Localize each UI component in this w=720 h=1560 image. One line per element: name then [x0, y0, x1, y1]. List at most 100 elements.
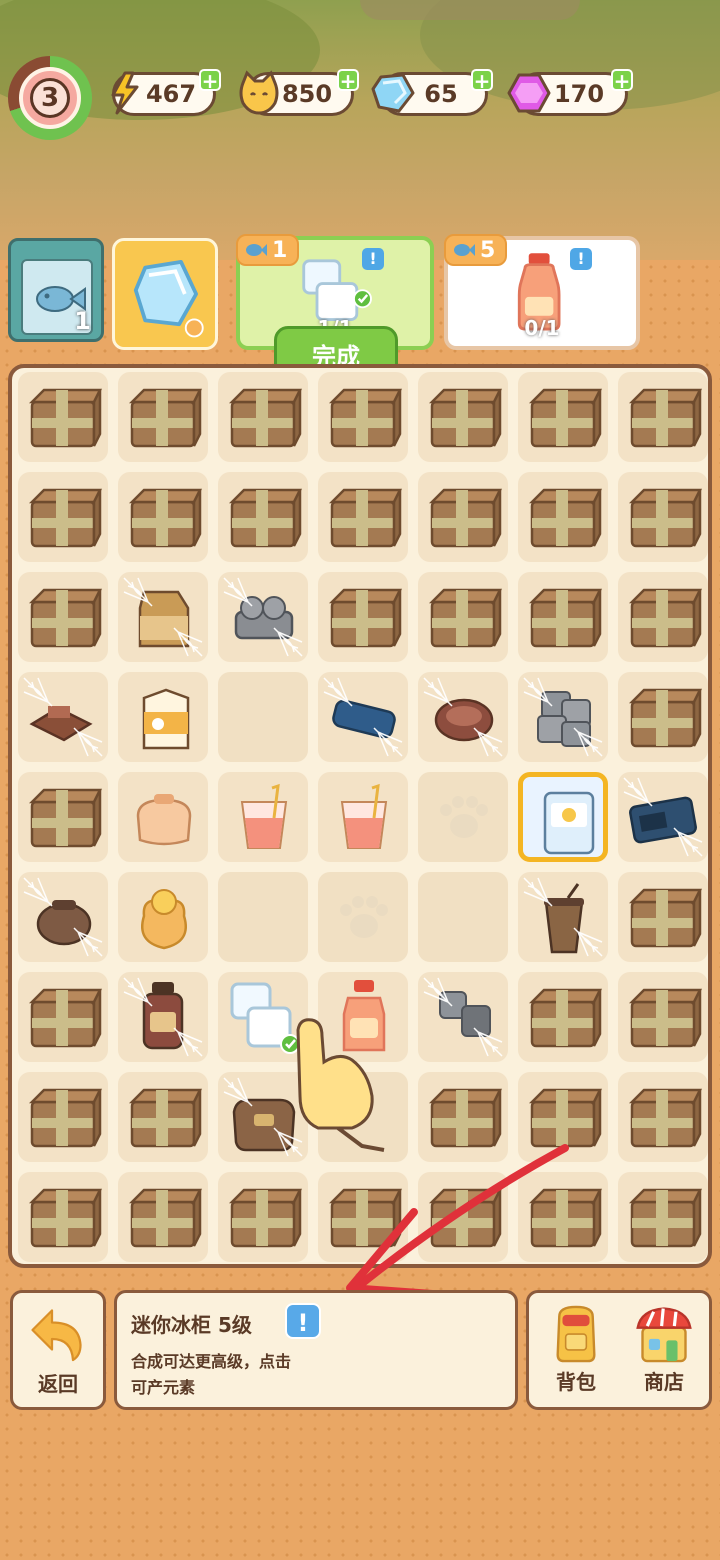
board-cell-box[interactable] [518, 572, 608, 662]
board-cell-box[interactable] [418, 572, 508, 662]
board-cell-empty[interactable] [418, 872, 508, 962]
cat-coin-counter[interactable]: 850 + [239, 69, 359, 116]
board-cell-box[interactable] [418, 472, 508, 562]
board-cell-phone[interactable] [618, 772, 708, 862]
board-cell-box[interactable] [18, 972, 108, 1062]
board-cell-empty[interactable] [218, 672, 308, 762]
ice-white-icon [230, 982, 300, 1054]
box-icon [428, 488, 503, 548]
box-icon [628, 988, 703, 1048]
shop-button[interactable]: 商店 [621, 1297, 707, 1405]
box-icon [28, 488, 103, 548]
board-cell-box[interactable] [18, 372, 108, 462]
board-cell-box[interactable] [618, 572, 708, 662]
board-cell-box[interactable] [418, 372, 508, 462]
board-cell-box[interactable] [518, 1172, 608, 1262]
milk-box-icon [142, 688, 190, 750]
bag-button[interactable]: 背包 [533, 1297, 619, 1405]
board-cell-box[interactable] [618, 972, 708, 1062]
box-icon [128, 488, 203, 548]
box-icon [528, 1188, 603, 1248]
board-cell-stones[interactable] [218, 572, 308, 662]
board-cell-box[interactable] [18, 1172, 108, 1262]
board-cell-box[interactable] [418, 1172, 508, 1262]
diamond-counter[interactable]: 65 + [371, 69, 493, 116]
background-scene [0, 0, 720, 260]
board-cell-box[interactable] [318, 472, 408, 562]
board-cell-purse[interactable] [118, 772, 208, 862]
board-cell-box[interactable] [518, 372, 608, 462]
board-cell-ham[interactable] [418, 672, 508, 762]
juice-glass-icon [240, 783, 288, 849]
board-cell-ice-gray[interactable] [518, 672, 608, 762]
box-icon [628, 388, 703, 448]
box-icon [428, 588, 503, 648]
board-cell-box[interactable] [18, 772, 108, 862]
box-icon [128, 1088, 203, 1148]
pot-icon [23, 877, 103, 957]
meat-icon [23, 677, 103, 757]
board-cell-box[interactable] [18, 472, 108, 562]
stones2-icon [423, 977, 503, 1057]
board-cell-box[interactable] [218, 1172, 308, 1262]
order-card-juice-bottle[interactable]: 5 ! 0/1 [444, 234, 640, 350]
board-cell-pot[interactable] [18, 872, 108, 962]
add-diamond-button[interactable]: + [471, 69, 493, 91]
board-cell-juice-bottle[interactable] [318, 972, 408, 1062]
lightning-icon [111, 71, 139, 115]
board-cell-syrup[interactable] [118, 972, 208, 1062]
board-cell-box[interactable] [18, 572, 108, 662]
board-cell-fridge[interactable] [518, 772, 608, 862]
board-cell-juice-glass[interactable] [218, 772, 308, 862]
board-cell-ice-white[interactable] [218, 972, 308, 1062]
board-cell-bread-bag[interactable] [118, 572, 208, 662]
board-cell-box[interactable] [18, 1072, 108, 1162]
energy-counter[interactable]: 467 + [111, 69, 221, 116]
board-cell-empty[interactable] [218, 872, 308, 962]
diamond-storage-tile[interactable] [112, 238, 218, 350]
board-cell-box[interactable] [518, 1072, 608, 1162]
box-icon [28, 988, 103, 1048]
board-cell-box[interactable] [618, 472, 708, 562]
box-icon [128, 1188, 203, 1248]
board-cell-stones2[interactable] [418, 972, 508, 1062]
daily-calendar-button[interactable]: 1 [8, 238, 104, 342]
item-info-button[interactable]: ! [285, 1303, 321, 1339]
board-cell-box[interactable] [218, 372, 308, 462]
board-cell-box[interactable] [318, 1172, 408, 1262]
board-cell-empty[interactable] [318, 1072, 408, 1162]
board-cell-box[interactable] [118, 472, 208, 562]
board-cell-box[interactable] [618, 372, 708, 462]
add-gem-button[interactable]: + [611, 69, 633, 91]
cat-coin-icon [239, 70, 279, 115]
board-cell-box[interactable] [418, 1072, 508, 1162]
board-cell-sausage[interactable] [318, 672, 408, 762]
gem-counter[interactable]: 170 + [507, 69, 633, 116]
player-level-ring[interactable]: 3 [8, 56, 92, 140]
board-cell-bag[interactable] [218, 1072, 308, 1162]
board-cell-paw[interactable] [418, 772, 508, 862]
board-cell-box[interactable] [118, 1172, 208, 1262]
board-cell-box[interactable] [618, 872, 708, 962]
board-cell-paw[interactable] [318, 872, 408, 962]
board-cell-box[interactable] [618, 1172, 708, 1262]
add-cat-coin-button[interactable]: + [337, 69, 359, 91]
board-cell-box[interactable] [118, 1072, 208, 1162]
board-cell-box[interactable] [618, 672, 708, 762]
board-cell-box[interactable] [318, 572, 408, 662]
bread-bag-icon [123, 577, 203, 657]
board-cell-money-bag[interactable] [118, 872, 208, 962]
box-icon [528, 588, 603, 648]
board-cell-box[interactable] [218, 472, 308, 562]
board-cell-box[interactable] [518, 472, 608, 562]
board-cell-box[interactable] [518, 972, 608, 1062]
board-cell-box[interactable] [118, 372, 208, 462]
back-button[interactable]: 返回 [10, 1290, 106, 1410]
board-cell-box[interactable] [618, 1072, 708, 1162]
board-cell-meat[interactable] [18, 672, 108, 762]
board-cell-milk-box[interactable] [118, 672, 208, 762]
add-energy-button[interactable]: + [199, 69, 221, 91]
board-cell-juice-glass[interactable] [318, 772, 408, 862]
board-cell-box[interactable] [318, 372, 408, 462]
board-cell-coffee[interactable] [518, 872, 608, 962]
